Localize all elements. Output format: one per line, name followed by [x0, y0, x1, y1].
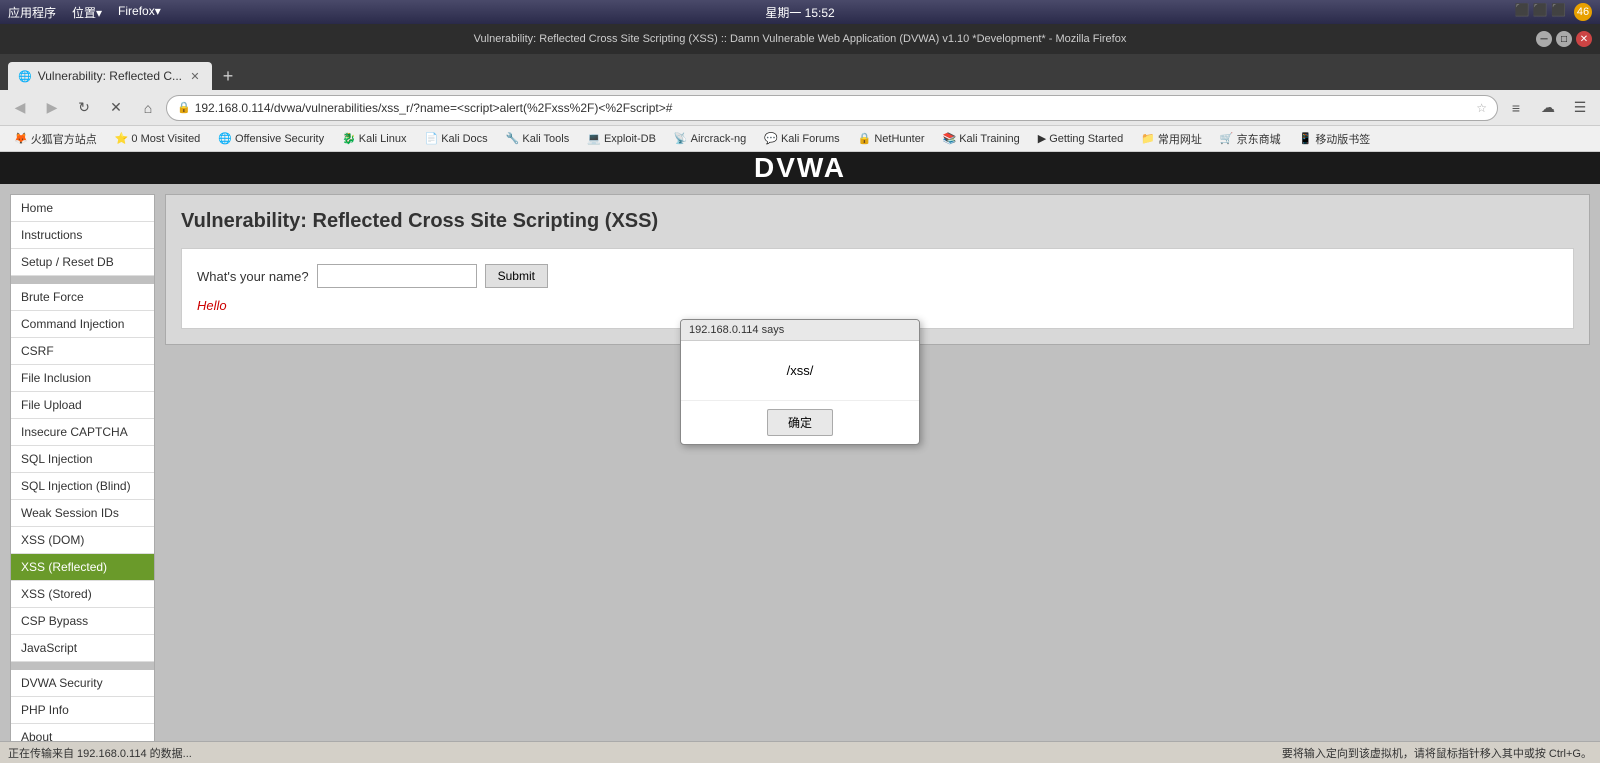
alert-dialog-body: /xss/: [681, 341, 919, 401]
alert-dialog-footer: 确定: [681, 401, 919, 444]
alert-dialog: 192.168.0.114 says /xss/ 确定: [680, 319, 920, 445]
alert-origin: 192.168.0.114 says: [689, 324, 784, 336]
alert-overlay: 192.168.0.114 says /xss/ 确定: [0, 0, 1600, 763]
alert-message: /xss/: [787, 363, 814, 378]
alert-dialog-header: 192.168.0.114 says: [681, 320, 919, 341]
alert-ok-button[interactable]: 确定: [767, 409, 833, 436]
